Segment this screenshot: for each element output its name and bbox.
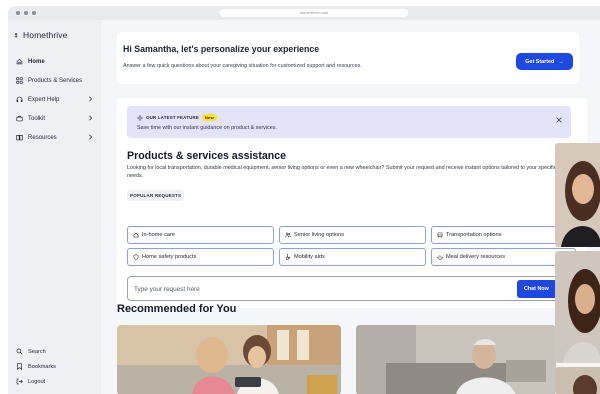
meal-icon (437, 254, 443, 260)
people-icon (285, 232, 291, 238)
request-box: Chat Now (127, 276, 571, 301)
sidebar-item-label: Logout (28, 378, 46, 385)
toolkit-icon (16, 115, 23, 122)
chip-label: In-home care (142, 232, 175, 238)
sidebar-item-search[interactable]: Search (14, 344, 56, 359)
chevron-right-icon (89, 96, 93, 102)
assistance-card: OUR LATEST FEATURE New Save time with ou… (117, 98, 587, 308)
sidebar-item-bookmarks[interactable]: Bookmarks (14, 359, 56, 374)
greeting-title: Hi Samantha, let's personalize your expe… (123, 44, 320, 54)
book-icon (16, 134, 23, 141)
recommended-card-image[interactable] (356, 325, 556, 394)
sparkle-icon (137, 114, 143, 121)
senior-man-photo (356, 325, 556, 394)
sidebar-item-label: Bookmarks (28, 363, 56, 370)
feature-label: OUR LATEST FEATURE (146, 115, 199, 120)
chevron-right-icon (89, 115, 93, 121)
bookmark-icon (16, 363, 23, 370)
chip-home-safety[interactable]: Home safety products (127, 248, 274, 266)
close-icon[interactable] (555, 116, 563, 124)
feature-banner: OUR LATEST FEATURE New Save time with ou… (127, 106, 571, 138)
personalize-card: Hi Samantha, let's personalize your expe… (117, 32, 579, 84)
get-started-label: Get Started (525, 58, 555, 65)
chip-label: Transportation options (446, 232, 502, 238)
main-content: Hi Samantha, let's personalize your expe… (101, 20, 600, 394)
logout-icon (16, 378, 23, 385)
app-window: Homethrive Home Products & Services Expe… (8, 20, 600, 394)
assistance-title: Products & services assistance (127, 150, 286, 162)
sidebar-item-label: Search (28, 348, 46, 355)
video-participant-tile[interactable] (555, 251, 600, 363)
assistance-description: Looking for local transportation, durabl… (127, 165, 557, 179)
sidebar-item-home[interactable]: Home (14, 52, 101, 71)
sidebar-item-logout[interactable]: Logout (14, 374, 56, 389)
chip-label: Senior living options (294, 232, 345, 238)
sidebar-item-label: Resources (28, 134, 57, 141)
home-icon (16, 58, 23, 65)
sidebar-item-label: Expert Help (28, 96, 60, 103)
recommended-title: Recommended for You (117, 303, 237, 315)
sidebar-item-resources[interactable]: Resources (14, 128, 101, 147)
participant-photo (555, 251, 600, 363)
window-controls[interactable] (16, 11, 36, 15)
chip-in-home-care[interactable]: In-home care (127, 226, 274, 244)
bus-icon (437, 232, 443, 238)
recommended-card-image[interactable] (117, 325, 341, 394)
video-participant-tile[interactable] (555, 367, 600, 394)
wheelchair-icon (285, 254, 291, 260)
chat-now-button[interactable]: Chat Now (517, 280, 557, 298)
chip-label: Mobility aids (294, 254, 325, 260)
feature-header: OUR LATEST FEATURE New (137, 114, 217, 121)
sidebar-item-label: Products & Services (28, 77, 83, 84)
request-input[interactable] (134, 283, 504, 295)
caregivers-photo (117, 325, 341, 394)
chip-senior-living[interactable]: Senior living options (279, 226, 426, 244)
chevron-right-icon (89, 134, 93, 140)
home-icon (133, 232, 139, 238)
participant-photo (555, 367, 600, 394)
sidebar-item-label: Toolkit (28, 115, 46, 122)
video-participant-tile[interactable] (555, 143, 600, 247)
greeting-subtitle: Answer a few quick questions about your … (123, 63, 362, 69)
headset-icon (16, 96, 23, 103)
get-started-button[interactable]: Get Started → (516, 53, 573, 70)
chip-mobility-aids[interactable]: Mobility aids (279, 248, 426, 266)
search-icon (16, 348, 23, 355)
sidebar-item-products-services[interactable]: Products & Services (14, 71, 101, 90)
new-badge: New (201, 114, 217, 121)
browser-titlebar: homethrive.com (8, 6, 600, 20)
sidebar-item-expert-help[interactable]: Expert Help (14, 90, 101, 109)
sidebar-item-label: Home (28, 58, 45, 65)
participant-photo (555, 143, 600, 247)
feature-description: Save time with our instant guidance on p… (137, 125, 277, 131)
chip-label: Meal delivery resources (446, 254, 506, 260)
sidebar-footer: Search Bookmarks Logout (14, 344, 56, 389)
brand-logo[interactable]: Homethrive (14, 30, 101, 40)
logo-mark-icon (14, 32, 18, 38)
shield-icon (133, 254, 139, 260)
sidebar: Homethrive Home Products & Services Expe… (8, 20, 101, 394)
sidebar-item-toolkit[interactable]: Toolkit (14, 109, 101, 128)
address-bar[interactable]: homethrive.com (220, 9, 408, 17)
brand-name: Homethrive (23, 30, 68, 40)
arrow-right-icon: → (558, 58, 564, 65)
chip-label: Home safety products (142, 254, 197, 260)
popular-requests-label: POPULAR REQUESTS (127, 190, 185, 201)
grid-icon (16, 77, 23, 84)
